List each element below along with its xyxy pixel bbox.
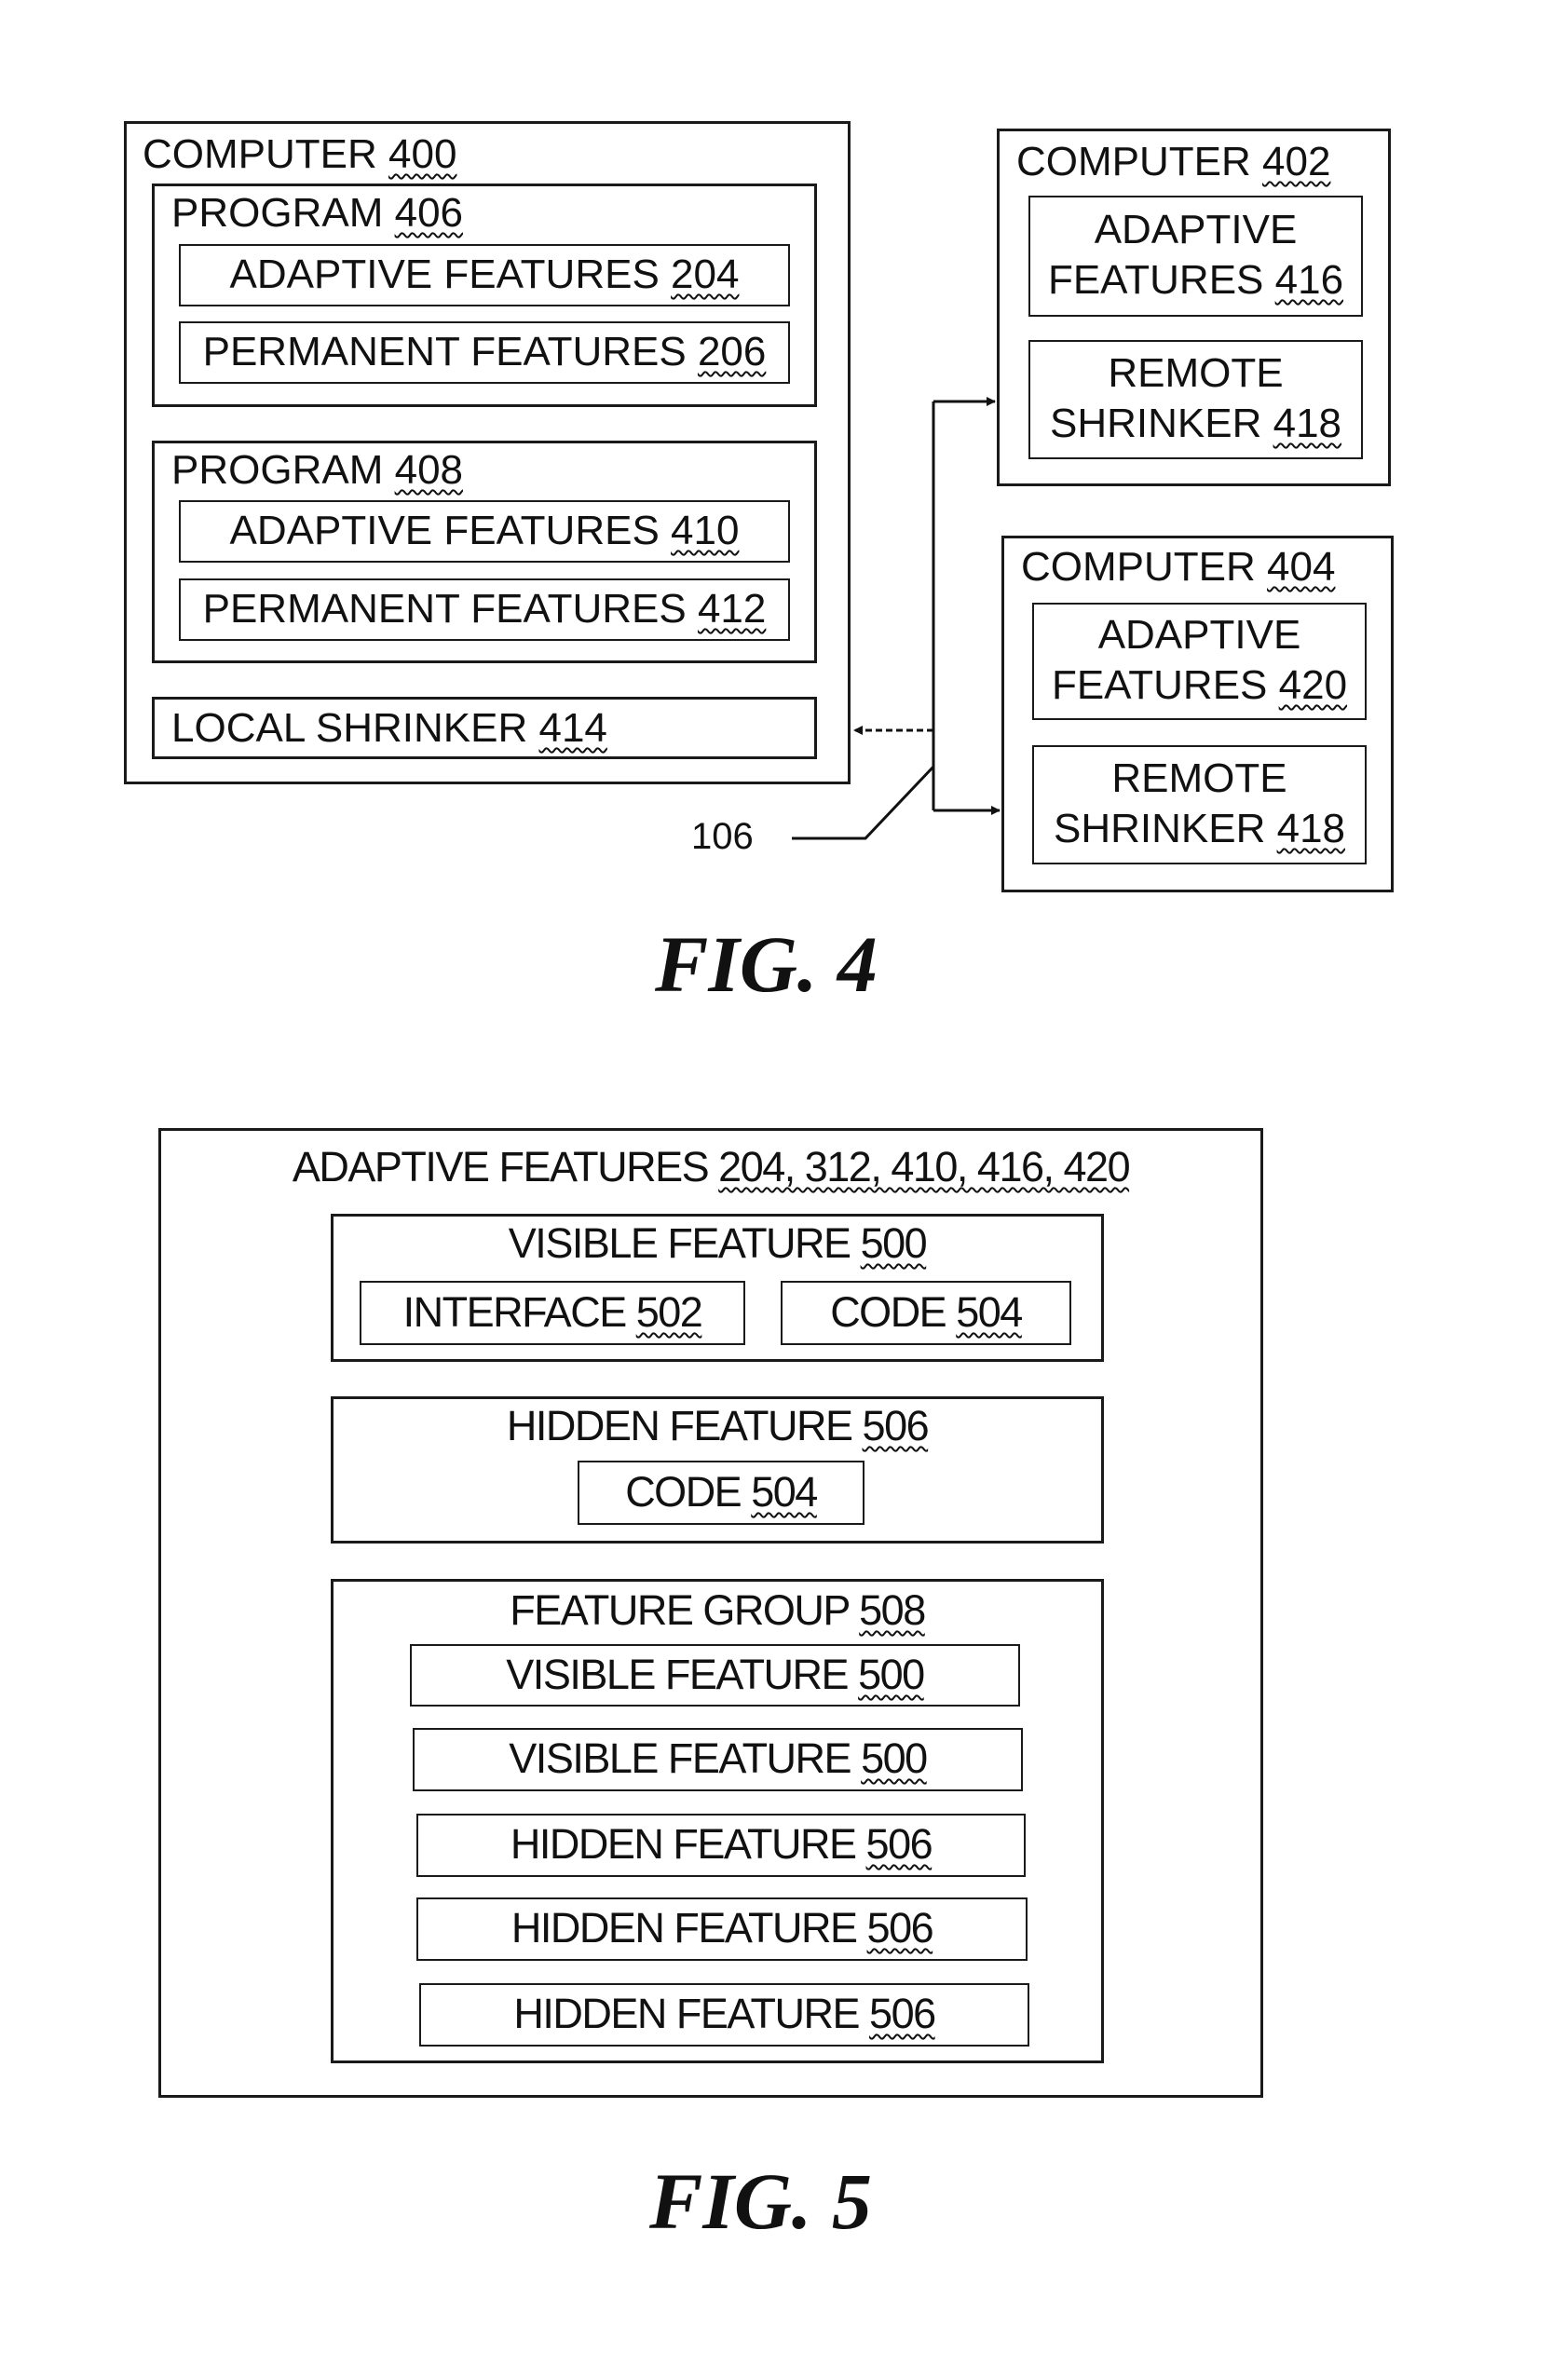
group-item-label: VISIBLE FEATURE 500: [506, 1651, 925, 1698]
group-item: HIDDEN FEATURE 506: [416, 1897, 1028, 1961]
interface-502-box: INTERFACE 502: [360, 1281, 745, 1345]
network-connectors: [792, 397, 1001, 840]
network-ref-106: 106: [691, 816, 754, 857]
group-item: HIDDEN FEATURE 506: [419, 1983, 1029, 2047]
feature-group-508-title: FEATURE GROUP 508: [510, 1586, 926, 1634]
interface-502-label: INTERFACE 502: [402, 1288, 703, 1336]
group-item-label: VISIBLE FEATURE 500: [509, 1734, 928, 1782]
adaptive-features-outer-title: ADAPTIVE FEATURES 204, 312, 410, 416, 42…: [292, 1143, 1131, 1190]
group-item-label: HIDDEN FEATURE 506: [511, 1904, 934, 1952]
code-504-visible-box: CODE 504: [781, 1281, 1071, 1345]
group-item: HIDDEN FEATURE 506: [416, 1814, 1026, 1877]
group-item-label: HIDDEN FEATURE 506: [513, 1990, 936, 2037]
code-504-label: CODE 504: [830, 1288, 1023, 1336]
fig4-caption: FIG. 4: [655, 919, 878, 1009]
code-504-label: CODE 504: [625, 1468, 818, 1516]
group-item-label: HIDDEN FEATURE 506: [510, 1820, 933, 1868]
fig5-caption: FIG. 5: [649, 2156, 872, 2246]
visible-feature-500-title: VISIBLE FEATURE 500: [508, 1219, 928, 1267]
group-item: VISIBLE FEATURE 500: [413, 1728, 1023, 1791]
group-item: VISIBLE FEATURE 500: [410, 1644, 1020, 1707]
code-504-hidden-box: CODE 504: [578, 1461, 864, 1525]
ref-106-leader-line: [792, 765, 935, 840]
hidden-feature-506-title: HIDDEN FEATURE 506: [506, 1402, 930, 1449]
